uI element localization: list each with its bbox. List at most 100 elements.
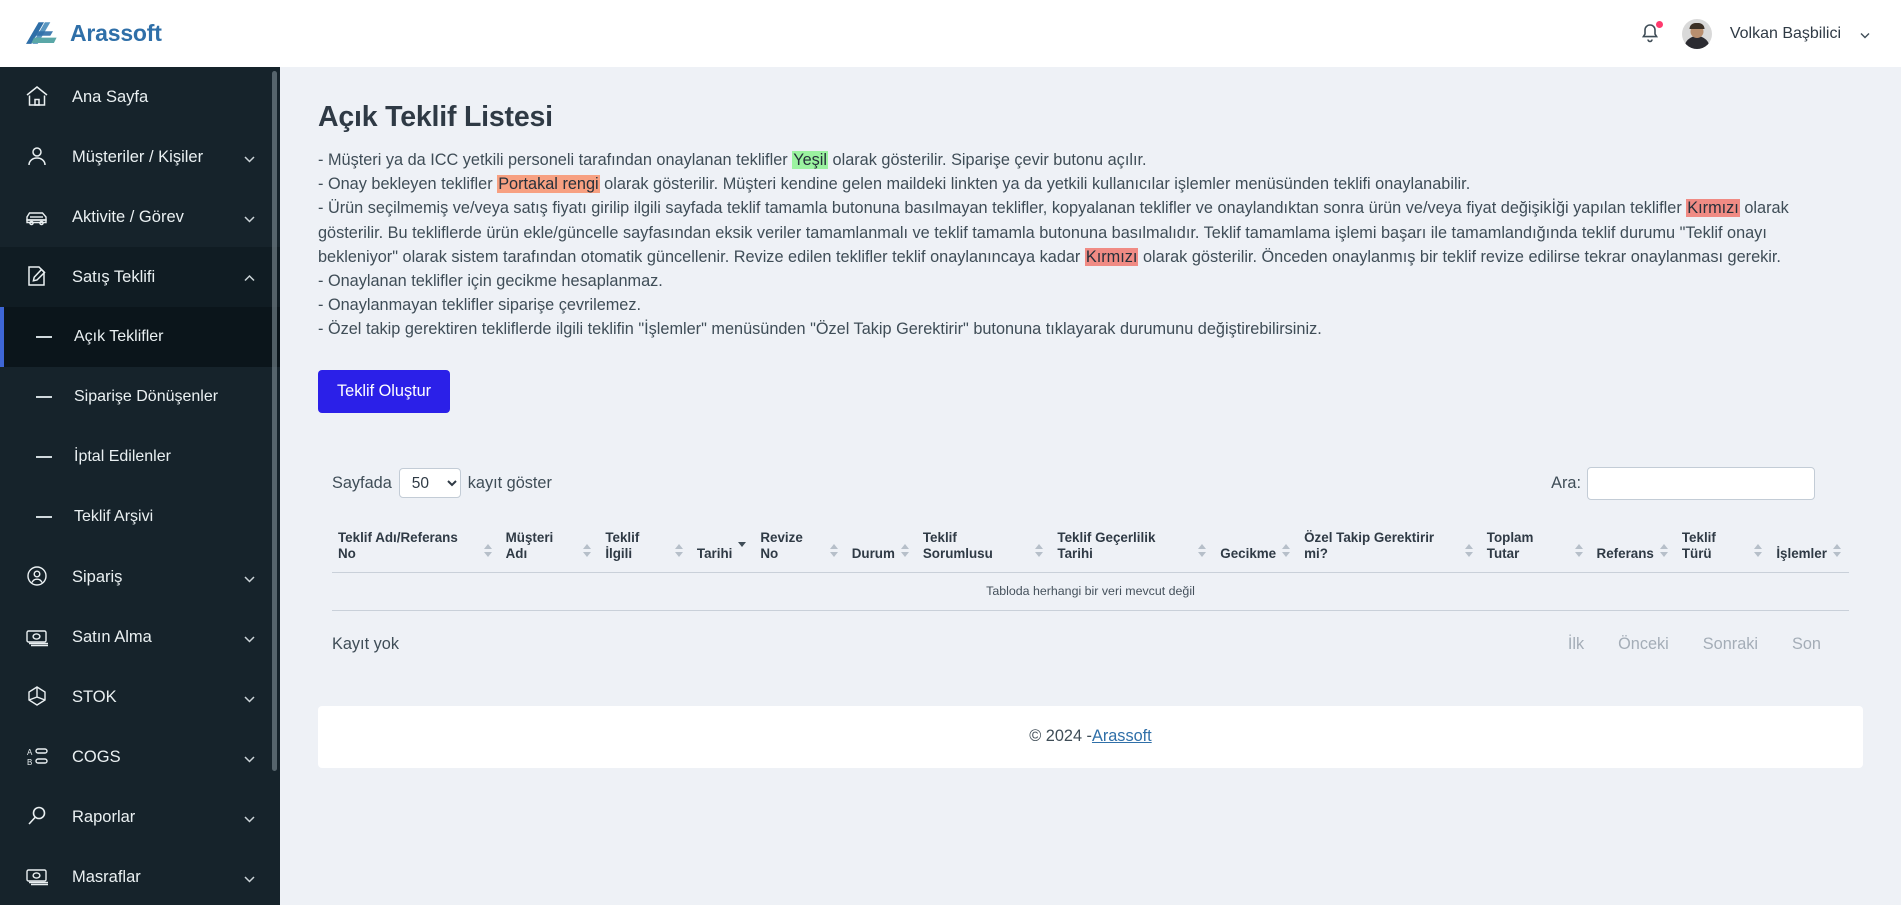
sidebar-item-masraflar[interactable]: Masraflar: [0, 847, 280, 905]
table-header-cell[interactable]: Durum: [845, 519, 917, 573]
page-footer: © 2024 - Arassoft: [318, 705, 1863, 768]
dash-icon: [36, 336, 52, 338]
page-header-card: Açık Teklif Listesi - Müşteri ya da ICC …: [318, 101, 1863, 413]
table-header-cell[interactable]: İşlemler: [1770, 519, 1849, 573]
chevron-down-icon: [243, 811, 256, 824]
sidebar-scrollbar[interactable]: [272, 71, 277, 771]
sort-arrows-icon[interactable]: [1574, 543, 1584, 560]
pagination-first[interactable]: İlk: [1568, 635, 1584, 654]
table-body: Tabloda herhangi bir veri mevcut değil: [332, 572, 1849, 611]
sidebar-item-label: Siparişe Dönüşenler: [74, 388, 219, 405]
sort-arrows-icon[interactable]: [583, 543, 592, 560]
sidebar-item-label: Masraflar: [72, 867, 141, 886]
table-header-label: Referans: [1596, 545, 1654, 561]
edit-note-icon: [24, 264, 54, 290]
table-header-cell[interactable]: Teklif Adı/Referans No: [332, 519, 500, 573]
pagination-previous[interactable]: Önceki: [1618, 635, 1669, 654]
sidebar-item-iptal-edilenler[interactable]: İptal Edilenler: [0, 427, 280, 487]
pagination-controls: İlk Önceki Sonraki Son: [1568, 635, 1849, 654]
search-input[interactable]: [1587, 466, 1815, 500]
sidebar-item-satin-alma[interactable]: Satın Alma: [0, 607, 280, 667]
sidebar-item-acik-teklifler[interactable]: Açık Teklifler: [0, 307, 280, 367]
page-length-label-after: kayıt göster: [467, 473, 552, 492]
description-line: - Ürün seçilmemiş ve/veya satış fiyatı g…: [318, 199, 1789, 266]
bell-icon[interactable]: [1638, 20, 1664, 48]
create-offer-button[interactable]: Teklif Oluştur: [318, 369, 451, 413]
page-length-select[interactable]: 102550100: [398, 468, 461, 499]
svg-text:A: A: [27, 748, 33, 757]
sort-arrows-icon[interactable]: [1464, 543, 1474, 560]
sidebar-item-ana-sayfa[interactable]: Ana Sayfa: [0, 67, 280, 127]
description-line: - Onaylanmayan teklifler siparişe çevril…: [318, 296, 642, 315]
sidebar-item-aktivite-gorev[interactable]: Aktivite / Görev: [0, 187, 280, 247]
sidebar-item-raporlar[interactable]: Raporlar: [0, 787, 280, 847]
table-header-label: Teklif Türü: [1681, 529, 1716, 561]
sidebar-item-label: Ana Sayfa: [72, 87, 149, 106]
main-content: Açık Teklif Listesi - Müşteri ya da ICC …: [280, 67, 1901, 905]
pagination-last[interactable]: Son: [1792, 635, 1821, 654]
table-header-cell[interactable]: Teklif İlgili: [599, 519, 691, 573]
table-header-label: Özel Takip Gerektirir mi?: [1304, 529, 1435, 561]
sidebar[interactable]: Ana Sayfa Müşteriler / Kişiler Aktivite …: [0, 67, 280, 905]
sidebar-item-satis-teklifi[interactable]: Satış Teklifi: [0, 247, 280, 307]
sidebar-item-siparise-donusenler[interactable]: Siparişe Dönüşenler: [0, 367, 280, 427]
footer-link[interactable]: Arassoft: [1092, 727, 1152, 746]
car-icon: [24, 204, 54, 230]
table-header-label: Revize No: [760, 529, 803, 561]
cash-stack-icon: [24, 864, 54, 890]
chevron-down-icon: [243, 691, 256, 704]
sidebar-item-teklif-arsivi[interactable]: Teklif Arşivi: [0, 487, 280, 547]
notification-dot: [1655, 20, 1663, 28]
pagination-info: Kayıt yok: [332, 634, 399, 653]
highlight-green: Yeşil: [792, 151, 828, 169]
sort-arrows-icon[interactable]: [1659, 543, 1669, 560]
table-header-cell[interactable]: Teklif Sorumlusu: [916, 519, 1052, 573]
sort-arrows-icon[interactable]: [1282, 543, 1291, 560]
sidebar-item-label: COGS: [72, 747, 121, 766]
sort-arrows-icon[interactable]: [738, 541, 747, 558]
cube-icon: [24, 684, 54, 710]
table-header-label: Teklif Sorumlusu: [922, 529, 993, 561]
sort-arrows-icon[interactable]: [483, 543, 493, 560]
table-header-cell[interactable]: Özel Takip Gerektirir mi?: [1298, 519, 1481, 573]
sort-arrows-icon[interactable]: [1754, 543, 1763, 560]
pagination-next[interactable]: Sonraki: [1703, 635, 1758, 654]
sort-arrows-icon[interactable]: [1198, 543, 1207, 560]
user-name[interactable]: Volkan Başbilici: [1730, 25, 1841, 43]
sort-arrows-icon[interactable]: [1833, 543, 1842, 560]
sidebar-item-stok[interactable]: STOK: [0, 667, 280, 727]
chevron-down-icon[interactable]: [1859, 28, 1871, 40]
table-header-cell[interactable]: Toplam Tutar: [1480, 519, 1591, 573]
table-header-cell[interactable]: Gecikme: [1214, 519, 1299, 573]
brand[interactable]: Arassoft: [0, 19, 280, 49]
dash-icon: [36, 456, 52, 458]
table-header-cell[interactable]: Teklif Türü: [1675, 519, 1771, 573]
sidebar-item-siparis[interactable]: Sipariş: [0, 547, 280, 607]
sort-arrows-icon[interactable]: [1035, 543, 1044, 560]
table-header-cell[interactable]: Revize No: [754, 519, 846, 573]
sort-arrows-icon[interactable]: [900, 543, 910, 560]
table-header-cell[interactable]: Referans: [1590, 519, 1676, 573]
sidebar-item-cogs[interactable]: A B COGS: [0, 727, 280, 787]
table-header-label: Teklif Adı/Referans No: [338, 529, 458, 561]
sidebar-item-label: Müşteriler / Kişiler: [72, 147, 204, 166]
table-controls: Sayfada 102550100 kayıt göster Ara:: [332, 449, 1849, 504]
sidebar-item-label: Satış Teklifi: [72, 267, 156, 286]
sidebar-item-musteriler-kisiler[interactable]: Müşteriler / Kişiler: [0, 127, 280, 187]
sort-arrows-icon[interactable]: [829, 543, 839, 560]
table-header-cell[interactable]: Tarihi: [690, 519, 755, 573]
table-header-label: İşlemler: [1776, 545, 1827, 561]
page-title: Açık Teklif Listesi: [318, 101, 553, 133]
sort-arrows-icon[interactable]: [674, 543, 684, 560]
table-header-label: Müşteri Adı: [505, 529, 554, 561]
table-empty-message: Tabloda herhangi bir veri mevcut değil: [332, 572, 1849, 611]
sidebar-item-label: İptal Edilenler: [74, 448, 171, 465]
table-header-row: Teklif Adı/Referans No Müşteri Adı Teklif …: [332, 519, 1849, 573]
offers-table-panel: Sayfada 102550100 kayıt göster Ara: Tekl…: [318, 448, 1863, 680]
table-header-cell[interactable]: Müşteri Adı: [499, 519, 600, 573]
chevron-up-icon: [243, 271, 256, 284]
home-icon: [24, 84, 54, 110]
avatar[interactable]: [1681, 18, 1712, 49]
page-length-label-before: Sayfada: [332, 473, 392, 492]
table-header-cell[interactable]: Teklif Geçerlilik Tarihi: [1051, 519, 1215, 573]
